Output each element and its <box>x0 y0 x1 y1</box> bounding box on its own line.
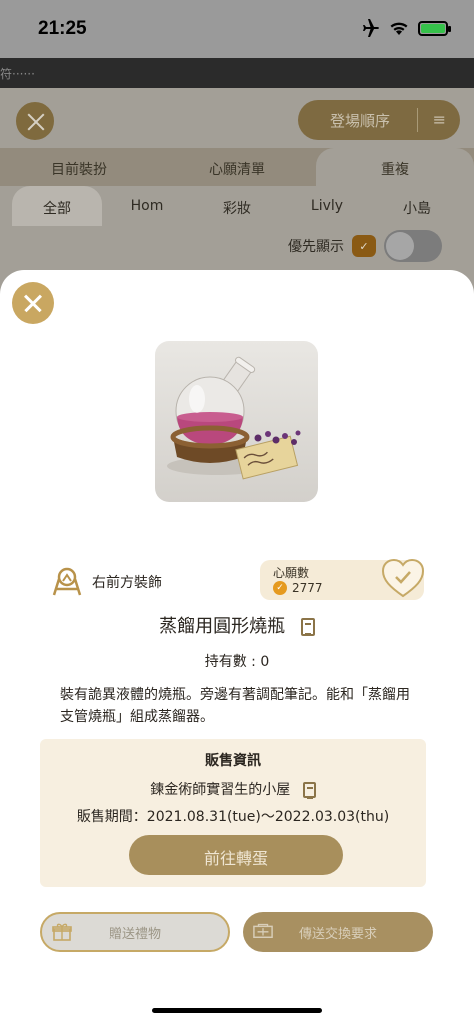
trade-icon <box>253 923 273 938</box>
item-detail-sheet: 右前方裝飾 心願數 ✓ 2777 蒸餾用圓形燒瓶 持有數 : 0 裝有詭異液體的… <box>0 270 474 1024</box>
sort-order-label: 登場順序 <box>330 111 391 130</box>
item-description: 裝有詭異液體的燒瓶。旁邊有著調配筆記。能和「蒸餾用支管燒瓶」組成蒸餾器。 <box>60 687 410 725</box>
subtab-label: 全部 <box>43 201 71 217</box>
send-trade-request-label: 傳送交換要求 <box>298 926 377 942</box>
category-label: 右前方裝飾 <box>92 575 162 591</box>
send-gift-button[interactable]: 贈送禮物 <box>40 912 230 952</box>
go-to-gacha-button[interactable]: 前往轉蛋 <box>129 835 343 875</box>
sale-period: 販售期間：2021.08.31(tue)〜2022.03.03(thu) <box>76 809 390 825</box>
sale-info-box: 販售資訊 鍊金術師實習生的小屋 販售期間：2021.08.31(tue)〜202… <box>40 739 426 887</box>
close-icon[interactable] <box>12 282 54 324</box>
sale-shop: 鍊金術師實習生的小屋 <box>40 779 426 799</box>
item-name-text: 蒸餾用圓形燒瓶 <box>159 616 286 637</box>
divider <box>417 108 418 132</box>
sale-info-title: 販售資訊 <box>205 753 261 769</box>
item-image <box>155 341 318 502</box>
document-icon[interactable] <box>302 782 316 799</box>
marquee-text: 符······ <box>0 67 35 81</box>
tab-duplicates[interactable]: 重複 <box>316 148 474 186</box>
subtab-livly[interactable]: Livly <box>282 186 372 226</box>
status-bar: 21:25 <box>0 0 474 58</box>
priority-toggle[interactable] <box>384 230 442 262</box>
gift-icon <box>52 923 72 941</box>
priority-label: 優先顯示 <box>288 239 344 255</box>
sale-shop-name: 鍊金術師實習生的小屋 <box>150 782 291 798</box>
heart-check-icon: ✓ <box>352 235 376 257</box>
front-right-decor-icon <box>52 567 82 596</box>
sort-order-button[interactable]: 登場順序 ≡ <box>298 100 460 140</box>
tab-current-outfit[interactable]: 目前裝扮 <box>0 148 158 186</box>
owned-count: 持有數 : 0 <box>204 654 270 670</box>
home-indicator[interactable] <box>152 1008 322 1013</box>
subtab-hom[interactable]: Hom <box>102 186 192 226</box>
sort-icon: ≡ <box>432 110 446 129</box>
item-category: 右前方裝飾 <box>50 565 162 599</box>
tab-label: 目前裝扮 <box>51 162 107 178</box>
document-icon[interactable] <box>300 618 315 636</box>
wish-count-value-row: ✓ 2777 <box>273 581 323 595</box>
flask-illustration <box>167 356 301 480</box>
wifi-icon <box>390 22 408 35</box>
status-icons <box>360 19 451 37</box>
subtab-label: Livly <box>310 198 344 214</box>
subtab-label: 彩妝 <box>223 201 251 217</box>
news-marquee: 符······ <box>0 58 474 88</box>
tab-bar: 目前裝扮 心願清單 重複 <box>0 148 474 186</box>
heart-icon: ✓ <box>273 581 287 595</box>
tab-label: 心願清單 <box>209 162 265 178</box>
subtab-label: 小島 <box>403 201 431 217</box>
priority-display-row: 優先顯示 ✓ <box>288 230 442 262</box>
subtab-bar: 全部 Hom 彩妝 Livly 小島 <box>0 186 474 226</box>
subtab-label: Hom <box>130 198 164 214</box>
send-trade-request-button[interactable]: 傳送交換要求 <box>243 912 433 952</box>
close-icon[interactable] <box>14 100 56 142</box>
airplane-icon <box>363 19 379 37</box>
wish-count-value: 2777 <box>292 581 323 595</box>
wish-count-label: 心願數 <box>273 566 310 580</box>
subtab-makeup[interactable]: 彩妝 <box>192 186 282 226</box>
battery-charging-icon <box>418 20 451 36</box>
item-name: 蒸餾用圓形燒瓶 <box>0 612 474 638</box>
status-time: 21:25 <box>38 18 87 39</box>
wish-count-box: 心願數 ✓ 2777 <box>260 558 425 600</box>
tab-label: 重複 <box>381 162 409 178</box>
wishlist-heart-button[interactable] <box>380 556 426 600</box>
tab-wishlist[interactable]: 心願清單 <box>158 148 316 186</box>
subtab-island[interactable]: 小島 <box>372 186 462 226</box>
subtab-all[interactable]: 全部 <box>12 186 102 226</box>
send-gift-label: 贈送禮物 <box>108 926 161 942</box>
